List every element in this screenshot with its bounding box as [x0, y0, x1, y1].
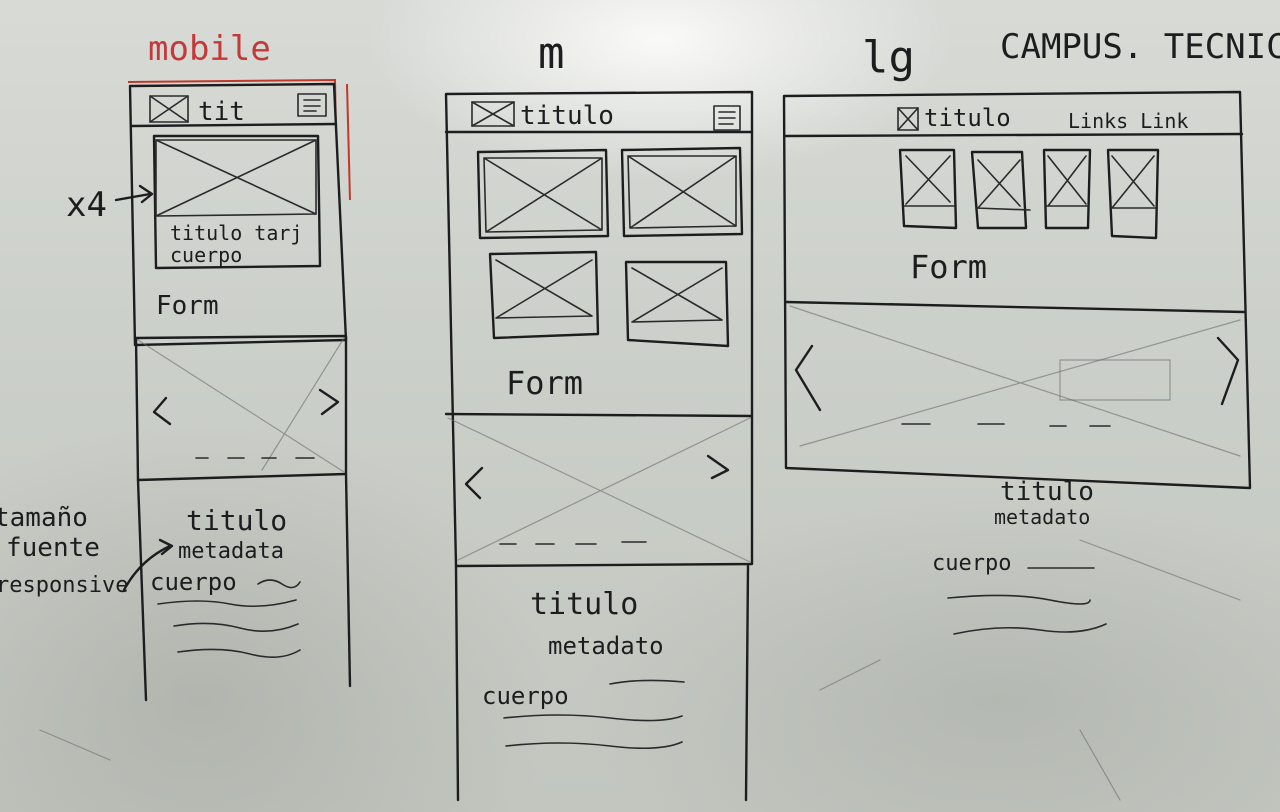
mobile-form-label: Form [156, 291, 219, 321]
mobile-header-title: tit [198, 97, 245, 127]
mobile-note-line-1: tamaño [0, 503, 88, 533]
mobile-article-meta: metadata [178, 539, 284, 564]
medium-article-body: cuerpo [482, 682, 569, 710]
mobile-article-title: titulo [186, 504, 287, 537]
mobile-note-line-3: responsive [0, 573, 128, 598]
large-article-body: cuerpo [932, 551, 1011, 576]
mobile-article-body: cuerpo [150, 568, 237, 596]
large-article-title: titulo [1000, 477, 1094, 507]
large-form-label: Form [910, 248, 987, 286]
mobile-card-body: cuerpo [170, 243, 242, 267]
large-header-title: titulo [924, 104, 1011, 132]
mobile-card-multiplier: x4 [66, 185, 107, 225]
campus-title: CAMPUS. TECNICA [1000, 27, 1280, 67]
medium-article-meta: metadato [548, 632, 664, 660]
large-heading: lg [862, 32, 915, 83]
mobile-card-title: titulo tarj [170, 221, 302, 245]
whiteboard-sketch: mobile m lg CAMPUS. TECNICA tit titulo t… [0, 27, 1280, 802]
mobile-wireframe: tit titulo tarj cuerpo x4 Form titulo me… [0, 78, 352, 702]
medium-header-title: titulo [520, 101, 614, 131]
large-article-meta: metadato [994, 505, 1090, 529]
large-header-links: Links Link [1068, 109, 1188, 133]
large-wireframe: titulo Links Link Form titulo metadato c… [782, 90, 1252, 635]
mobile-heading: mobile [148, 29, 271, 69]
whiteboard: mobile m lg CAMPUS. TECNICA tit titulo t… [0, 0, 1280, 812]
mobile-note-line-2: fuente [6, 533, 100, 563]
medium-wireframe: titulo Form titulo metadato cuerpo [444, 90, 754, 802]
medium-article-title: titulo [530, 587, 638, 622]
medium-form-label: Form [506, 364, 583, 402]
medium-heading: m [538, 28, 565, 79]
